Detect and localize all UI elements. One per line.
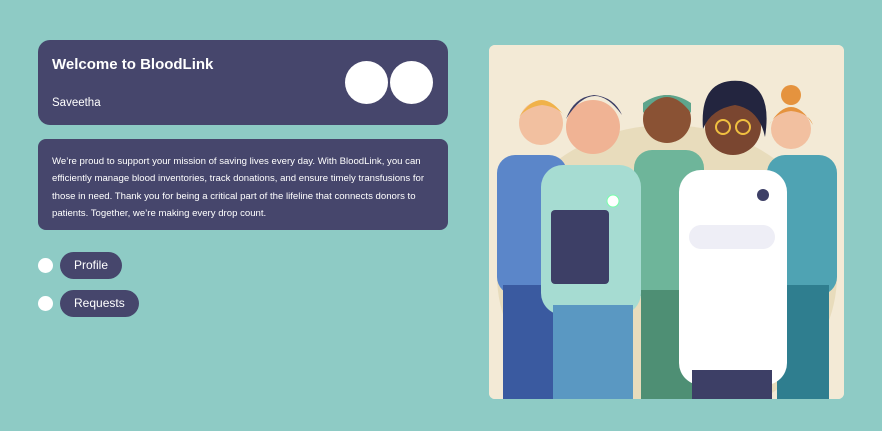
profile-radio-icon[interactable] bbox=[38, 257, 53, 273]
welcome-message: We’re proud to support your mission of s… bbox=[52, 156, 425, 220]
welcome-message-card: We’re proud to support your mission of s… bbox=[38, 139, 448, 230]
welcome-title: Welcome to BloodLink bbox=[52, 56, 214, 73]
user-name: Saveetha bbox=[52, 97, 101, 109]
avatar-circle-1 bbox=[345, 61, 388, 104]
avatar-circle-2 bbox=[390, 61, 433, 104]
medical-staff-illustration bbox=[489, 45, 844, 399]
nav-row-profile: Profile bbox=[38, 251, 123, 279]
requests-button[interactable]: Requests bbox=[60, 289, 139, 317]
nav-row-requests: Requests bbox=[38, 289, 139, 317]
requests-radio-icon[interactable] bbox=[38, 295, 53, 311]
profile-button[interactable]: Profile bbox=[60, 251, 123, 279]
welcome-card: Welcome to BloodLink Saveetha bbox=[38, 40, 448, 125]
